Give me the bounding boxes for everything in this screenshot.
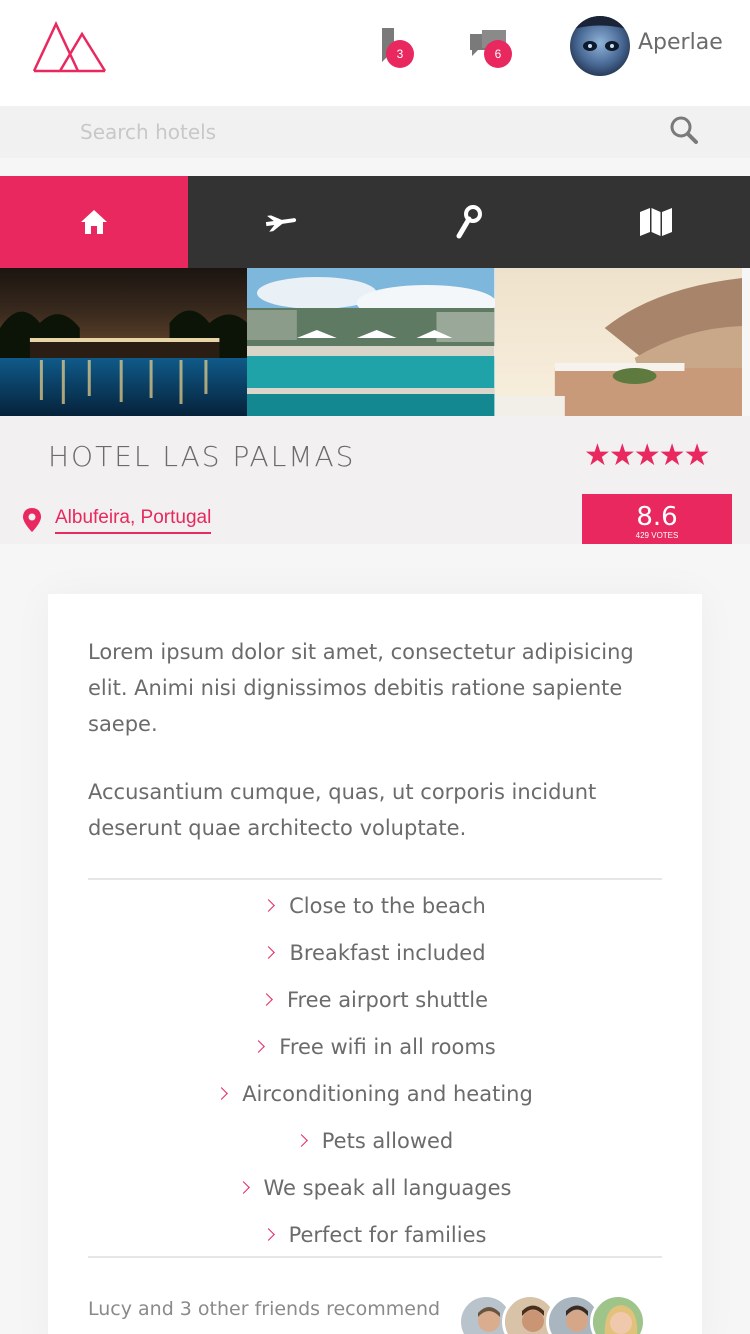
chevron-right-icon	[236, 1181, 250, 1194]
search-bar	[0, 106, 750, 158]
user-avatar[interactable]	[570, 16, 630, 76]
search-input[interactable]	[80, 114, 640, 150]
chevron-right-icon	[260, 993, 273, 1006]
feature-label: We speak all languages	[263, 1175, 512, 1200]
chevron-right-icon	[262, 899, 275, 912]
feature-item: Perfect for families	[48, 1211, 702, 1258]
map-icon	[640, 208, 673, 236]
score-box: 8.6 429 VOTES	[582, 494, 732, 544]
seaside-terrace-photo[interactable]	[494, 268, 742, 416]
friend-avatar[interactable]	[590, 1294, 646, 1334]
hotel-gallery	[0, 268, 742, 416]
location-pin-icon	[23, 508, 41, 532]
location-link[interactable]: Albufeira, Portugal	[55, 507, 212, 534]
feature-label: Airconditioning and heating	[242, 1081, 533, 1106]
tab-map[interactable]	[563, 176, 750, 268]
feature-item: Breakfast included	[48, 929, 702, 976]
night-pool-photo[interactable]	[0, 268, 248, 416]
resort-pool-photo[interactable]	[247, 268, 495, 416]
feature-label: Perfect for families	[288, 1222, 487, 1247]
divider	[88, 878, 662, 880]
category-tabs	[0, 176, 750, 268]
messages-count-badge: 6	[484, 40, 512, 68]
tab-home[interactable]	[0, 176, 188, 268]
feature-item: Pets allowed	[48, 1117, 702, 1164]
username-label[interactable]: Aperlae	[638, 30, 723, 55]
app-header: 3 6 Aperlae	[0, 0, 750, 106]
home-icon	[80, 210, 107, 234]
score-value: 8.6	[636, 502, 678, 532]
feature-label: Breakfast included	[289, 940, 486, 965]
feature-label: Free airport shuttle	[286, 987, 489, 1012]
hotel-details-card: Lorem ipsum dolor sit amet, consectetur …	[48, 594, 702, 1334]
feature-item: Free airport shuttle	[48, 976, 702, 1023]
chevron-right-icon	[215, 1087, 229, 1100]
description-paragraph-2: Accusantium cumque, quas, ut corporis in…	[88, 780, 597, 840]
star-rating: ★★★★★	[584, 438, 710, 473]
tab-rooms[interactable]	[375, 176, 563, 268]
feature-item: Free wifi in all rooms	[48, 1023, 702, 1070]
feature-label: Close to the beach	[289, 893, 486, 918]
recommend-text: Lucy and 3 other friends recommend	[88, 1298, 441, 1320]
chevron-right-icon	[294, 1134, 308, 1147]
bookmarks-count-badge: 3	[386, 40, 414, 68]
feature-item: We speak all languages	[48, 1164, 702, 1211]
feature-label: Pets allowed	[321, 1128, 454, 1153]
key-icon	[456, 205, 482, 239]
chevron-right-icon	[252, 1040, 266, 1053]
friends-avatars	[458, 1294, 678, 1334]
bookmarks-button[interactable]: 3	[376, 28, 422, 70]
chevron-right-icon	[262, 946, 276, 959]
feature-item: Airconditioning and heating	[48, 1070, 702, 1117]
search-icon[interactable]	[668, 114, 700, 146]
votes-count: 429 VOTES	[635, 531, 679, 540]
mountains-logo[interactable]	[32, 20, 108, 74]
tab-flights[interactable]	[188, 176, 376, 268]
description-paragraph-1: Lorem ipsum dolor sit amet, consectetur …	[88, 640, 634, 736]
feature-label: Free wifi in all rooms	[279, 1034, 496, 1059]
features-list: Close to the beach Breakfast included Fr…	[48, 882, 702, 1258]
messages-button[interactable]: 6	[468, 28, 514, 70]
chevron-right-icon	[261, 1228, 275, 1241]
divider	[88, 1256, 662, 1258]
feature-item: Close to the beach	[48, 882, 702, 929]
airplane-icon	[266, 215, 297, 232]
hotel-name: HOTEL LAS PALMAS	[48, 440, 356, 473]
